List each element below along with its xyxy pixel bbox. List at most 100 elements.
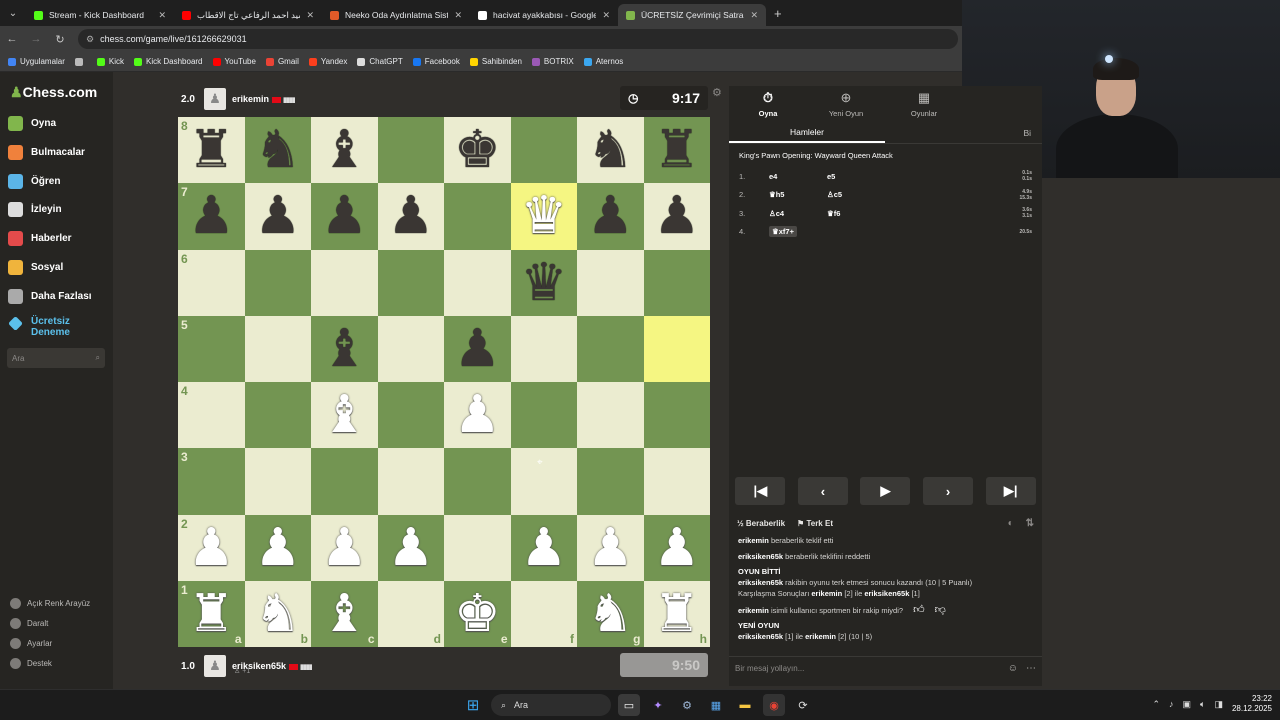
square-d4[interactable]	[377, 382, 444, 449]
square-f7[interactable]: ♛	[510, 183, 577, 250]
resign-button[interactable]: ⚑ Terk Et	[797, 519, 833, 528]
bookmark-item[interactable]: Kick Dashboard	[134, 57, 203, 66]
square-a5[interactable]: 5	[178, 315, 245, 382]
square-g1[interactable]: g ♞	[577, 580, 644, 647]
white-pawn-icon[interactable]: ♟	[454, 389, 501, 441]
tab-search-icon[interactable]: ⌄	[0, 0, 26, 26]
free-trial-link[interactable]: Ücretsiz Deneme	[8, 316, 108, 338]
close-icon[interactable]: ✕	[158, 10, 166, 21]
square-h5[interactable]	[643, 315, 710, 382]
white-rook-icon[interactable]: ♜	[653, 588, 700, 640]
sidebar-item[interactable]: Bulmacalar	[8, 144, 108, 160]
square-c7[interactable]: ♟	[311, 183, 378, 250]
settings-icon[interactable]: ⚙	[676, 694, 698, 716]
white-pawn-icon[interactable]: ♟	[587, 522, 634, 574]
square-f1[interactable]: f	[510, 580, 577, 647]
square-e2[interactable]	[444, 514, 511, 581]
square-d6[interactable]	[377, 249, 444, 316]
clipboard-icon[interactable]: ▣	[1183, 699, 1192, 710]
square-b3[interactable]	[244, 448, 311, 515]
square-c2[interactable]: ♟	[311, 514, 378, 581]
white-queen-icon[interactable]: ♛	[520, 190, 567, 242]
square-g2[interactable]: ♟	[577, 514, 644, 581]
black-knight-icon[interactable]: ♞	[587, 124, 634, 176]
chess-logo[interactable]: ♟Chess.com	[10, 84, 97, 101]
white-pawn-icon[interactable]: ♟	[520, 522, 567, 574]
windows-start-icon[interactable]: ⊞	[462, 694, 484, 716]
square-g4[interactable]	[577, 382, 644, 449]
sidebar-item[interactable]: Daha Fazlası	[8, 288, 108, 304]
chat-user[interactable]: erikemin	[738, 536, 769, 545]
square-e1[interactable]: e ♚	[444, 580, 511, 647]
square-h7[interactable]: ♟	[643, 183, 710, 250]
square-g8[interactable]: ♞	[577, 117, 644, 184]
sidebar-item[interactable]: Oyna	[8, 116, 108, 131]
black-move[interactable]: e5	[827, 172, 885, 181]
square-d1[interactable]: d	[377, 580, 444, 647]
square-d3[interactable]	[377, 448, 444, 515]
square-h6[interactable]	[643, 249, 710, 316]
board-settings-icon[interactable]: ⚙	[712, 86, 722, 99]
microphone-icon[interactable]: ♪	[1169, 699, 1174, 709]
top-player-avatar[interactable]: ♟	[204, 88, 226, 110]
square-g3[interactable]	[577, 448, 644, 515]
black-move[interactable]: ♛f6	[827, 209, 885, 218]
white-bishop-icon[interactable]: ♝	[321, 389, 368, 441]
square-a7[interactable]: 7 ♟	[178, 183, 245, 250]
square-c1[interactable]: c ♝	[311, 580, 378, 647]
black-bishop-icon[interactable]: ♝	[321, 124, 368, 176]
square-h2[interactable]: ♟	[643, 514, 710, 581]
bookmark-item[interactable]: BOTRIX	[531, 57, 574, 66]
square-d5[interactable]	[377, 315, 444, 382]
black-pawn-icon[interactable]: ♟	[321, 190, 368, 242]
sidebar-item[interactable]: İzleyin	[8, 202, 108, 218]
square-c6[interactable]	[311, 249, 378, 316]
close-icon[interactable]: ✕	[454, 10, 462, 21]
sidebar-search-input[interactable]: Ara ⌕	[7, 348, 105, 368]
browser-tab[interactable]: سيد احمد الرفاعي تاج الاقطاب ✕	[174, 4, 322, 26]
chat-user[interactable]: eriksiken65k	[864, 589, 909, 598]
sidebar-item[interactable]: Haberler	[8, 231, 108, 247]
first-move-button[interactable]: |◀	[735, 477, 786, 505]
white-pawn-icon[interactable]: ♟	[321, 522, 368, 574]
chrome-icon[interactable]: ◉	[763, 694, 785, 716]
file-explorer-icon[interactable]: ▬	[734, 694, 756, 716]
sidebar-bottom-item[interactable]: Daralt	[10, 618, 48, 629]
black-pawn-icon[interactable]: ♟	[653, 190, 700, 242]
bookmark-item[interactable]: Yandex	[308, 57, 347, 66]
back-icon[interactable]: ←	[0, 33, 24, 45]
square-c8[interactable]: ♝	[311, 117, 378, 184]
square-e8[interactable]: ♚	[444, 117, 511, 184]
network-icon[interactable]: ◨	[1214, 699, 1223, 710]
tab-stopwatch[interactable]: ⏱ Oyna	[729, 86, 807, 122]
square-e5[interactable]: ♟	[444, 315, 511, 382]
sidebar-item[interactable]: Sosyal	[8, 260, 108, 275]
black-pawn-icon[interactable]: ♟	[188, 190, 235, 242]
draw-button[interactable]: ½ Beraberlik	[737, 519, 785, 528]
white-knight-icon[interactable]: ♞	[254, 588, 301, 640]
square-c5[interactable]: ♝	[311, 315, 378, 382]
analysis-icon[interactable]: ◐	[1008, 518, 1014, 529]
bookmark-item[interactable]: YouTube	[212, 57, 256, 66]
white-king-icon[interactable]: ♚	[454, 588, 501, 640]
square-d2[interactable]: ♟	[377, 514, 444, 581]
close-icon[interactable]: ✕	[306, 10, 314, 21]
chat-user[interactable]: eriksiken65k	[738, 632, 783, 641]
chess-board[interactable]: 8 ♜ ♞ ♝ ♚ ♞ ♜ 7 ♟ ♟ ♟ ♟ ♛ ♟ ♟ 6 ♛ 5 ♝ ♟ 4 ♝ ♟ 3 2 ♟ ♟ ♟ ♟ ♟ ♟ ♟ 1 a ♜ b ♞ c ♝ d…	[178, 117, 710, 647]
square-f5[interactable]	[510, 315, 577, 382]
close-icon[interactable]: ✕	[750, 10, 758, 21]
square-e7[interactable]	[444, 183, 511, 250]
square-b7[interactable]: ♟	[244, 183, 311, 250]
black-pawn-icon[interactable]: ♟	[387, 190, 434, 242]
browser-tab[interactable]: ÜCRETSİZ Çevrimiçi Satranç Oy ✕	[618, 4, 766, 26]
tab-moves[interactable]: Hamleler	[729, 122, 885, 143]
tab-plus[interactable]: ⊕ Yeni Oyun	[807, 86, 885, 122]
black-bishop-icon[interactable]: ♝	[321, 323, 368, 375]
black-pawn-icon[interactable]: ♟	[454, 323, 501, 375]
square-b4[interactable]	[244, 382, 311, 449]
app-icon[interactable]: ⟳	[792, 694, 814, 716]
forward-icon[interactable]: →	[24, 33, 48, 45]
play-button[interactable]: ▶	[860, 477, 911, 505]
taskbar-clock[interactable]: 23:22 28.12.2025	[1232, 694, 1272, 714]
white-move[interactable]: ♛h5	[769, 190, 827, 199]
